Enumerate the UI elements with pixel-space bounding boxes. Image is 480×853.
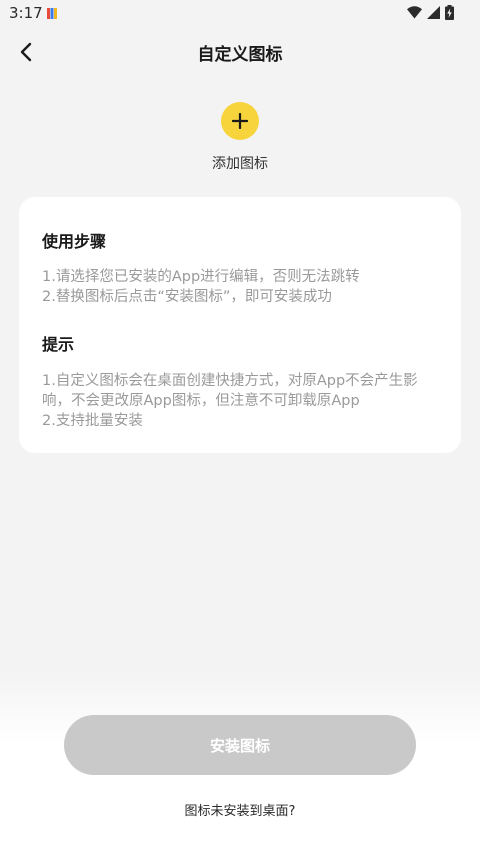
battery-charging-icon bbox=[445, 5, 454, 20]
notification-app-icon bbox=[47, 8, 57, 19]
instructions-card: 使用步骤 1.请选择您已安装的App进行编辑，否则无法跳转 2.替换图标后点击“… bbox=[19, 197, 461, 453]
install-icon-button[interactable]: 安装图标 bbox=[64, 715, 416, 775]
tips-line: 1.自定义图标会在桌面创建快捷方式，对原App不会产生影 bbox=[42, 373, 418, 389]
tips-text: 1.自定义图标会在桌面创建快捷方式，对原App不会产生影 响，不会更改原App图… bbox=[42, 371, 452, 431]
plus-icon bbox=[232, 113, 248, 129]
add-icon-label: 添加图标 bbox=[212, 156, 268, 172]
status-icons bbox=[407, 5, 454, 20]
help-link[interactable]: 图标未安装到桌面? bbox=[0, 800, 480, 819]
status-time: 3:17 bbox=[9, 4, 43, 22]
tips-line: 2.支持批量安装 bbox=[42, 413, 143, 429]
add-icon-button[interactable] bbox=[221, 102, 259, 140]
steps-text: 1.请选择您已安装的App进行编辑，否则无法跳转 2.替换图标后点击“安装图标”… bbox=[42, 267, 452, 307]
tips-heading: 提示 bbox=[42, 335, 75, 354]
steps-heading: 使用步骤 bbox=[42, 232, 107, 251]
steps-line: 1.请选择您已安装的App进行编辑，否则无法跳转 bbox=[42, 269, 360, 285]
cellular-signal-icon bbox=[427, 6, 440, 19]
app-header: 自定义图标 bbox=[0, 26, 480, 78]
tips-line: 响，不会更改原App图标，但注意不可卸载原App bbox=[42, 393, 360, 409]
page-title: 自定义图标 bbox=[197, 45, 283, 65]
status-bar: 3:17 bbox=[0, 0, 480, 26]
wifi-icon bbox=[407, 6, 422, 19]
steps-line: 2.替换图标后点击“安装图标”，即可安装成功 bbox=[42, 289, 332, 305]
